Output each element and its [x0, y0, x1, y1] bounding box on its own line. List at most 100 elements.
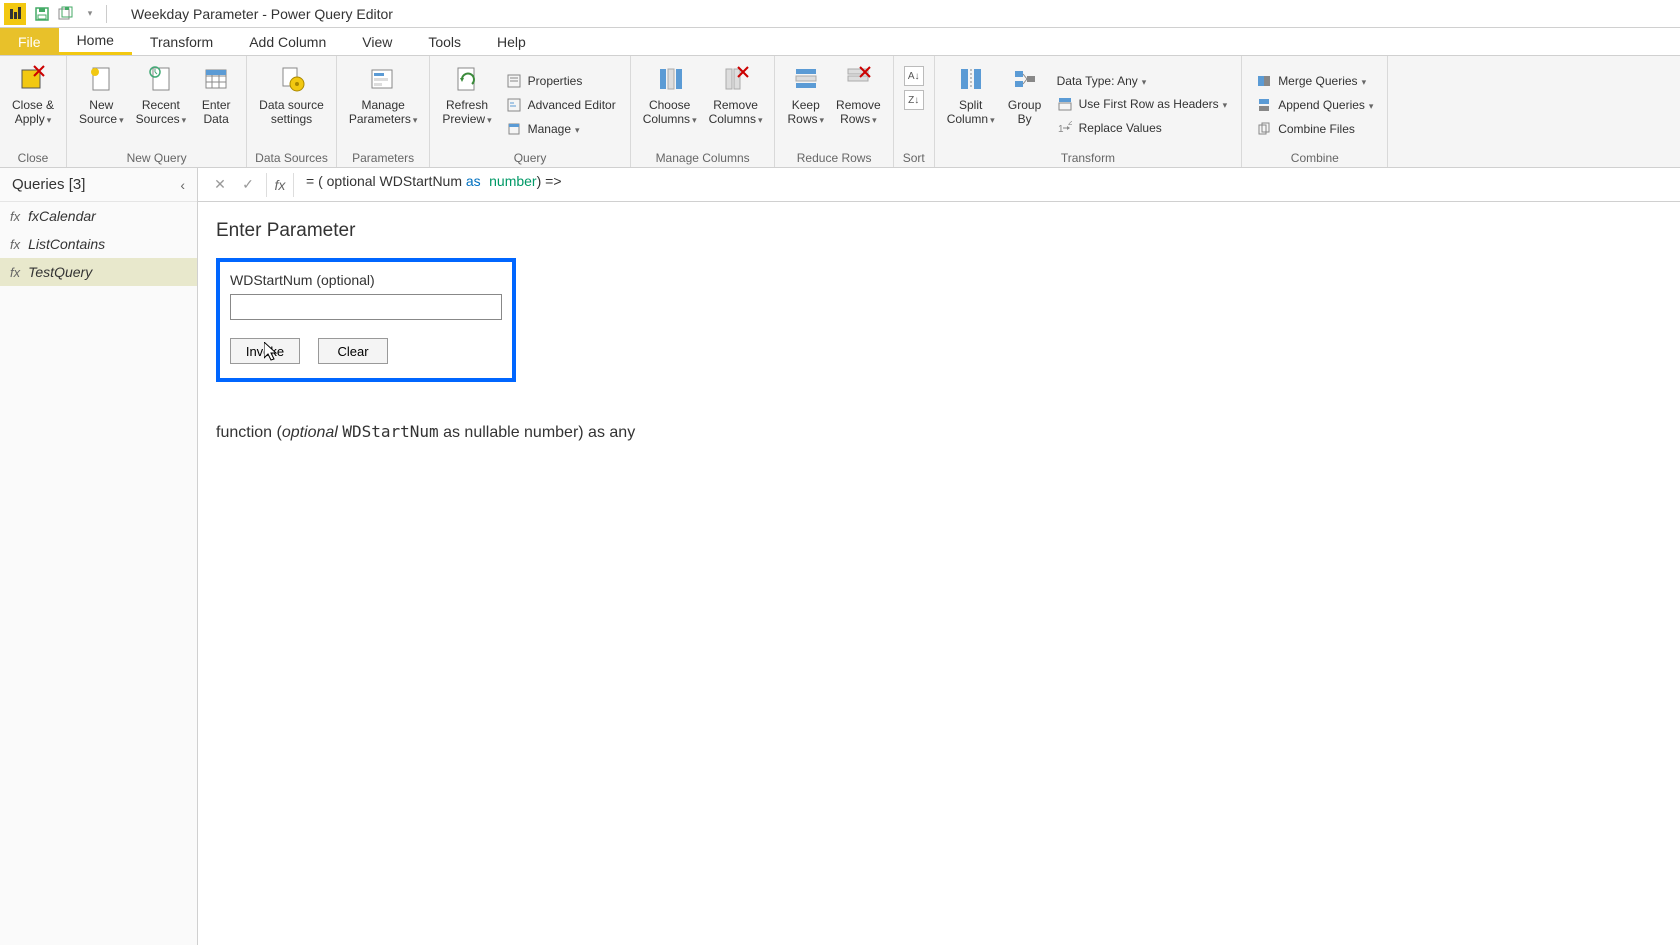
group-by-icon [1008, 62, 1042, 96]
query-item-testquery[interactable]: fxTestQuery [0, 258, 197, 286]
save-icon[interactable] [32, 4, 52, 24]
manage-button[interactable]: Manage [502, 120, 620, 138]
query-label: ListContains [28, 236, 105, 252]
invoke-button[interactable]: Invoke [230, 338, 300, 364]
main-area: Queries [3] ‹ fxfxCalendar fxListContain… [0, 168, 1680, 945]
remove-columns-button[interactable]: Remove Columns [703, 58, 769, 151]
recent-sources-icon [144, 62, 178, 96]
merge-queries-button[interactable]: Merge Queries [1252, 72, 1377, 90]
enter-data-label: Enter Data [202, 98, 231, 126]
combine-group-label: Combine [1248, 151, 1381, 167]
refresh-icon [450, 62, 484, 96]
formula-text-2: ) => [537, 173, 562, 189]
split-column-button[interactable]: Split Column [941, 58, 1001, 151]
properties-button[interactable]: Properties [502, 72, 620, 90]
advanced-editor-label: Advanced Editor [528, 98, 616, 112]
use-first-row-label: Use First Row as Headers [1079, 97, 1219, 111]
sig-part2: as nullable number) as any [439, 424, 636, 441]
combine-files-button[interactable]: Combine Files [1252, 120, 1377, 138]
remove-rows-button[interactable]: Remove Rows [830, 58, 887, 151]
group-close: Close & Apply Close [0, 56, 67, 167]
data-source-settings-label: Data source settings [259, 98, 324, 126]
split-column-label: Split Column [947, 98, 988, 126]
new-source-icon [84, 62, 118, 96]
query-label: TestQuery [28, 264, 92, 280]
sort-asc-button[interactable]: A↓ [904, 66, 924, 86]
tab-home[interactable]: Home [59, 28, 132, 55]
query-group-label: Query [436, 151, 623, 167]
tab-file[interactable]: File [0, 28, 59, 55]
tab-transform[interactable]: Transform [132, 28, 231, 55]
advanced-editor-icon [506, 97, 522, 113]
data-sources-group-label: Data Sources [253, 151, 330, 167]
parameter-label: WDStartNum (optional) [230, 272, 502, 288]
group-sort: A↓ Z↓ Sort [894, 56, 935, 167]
properties-icon [506, 73, 522, 89]
query-item-fxcalendar[interactable]: fxfxCalendar [0, 202, 197, 230]
ribbon-tabs: File Home Transform Add Column View Tool… [0, 28, 1680, 56]
sig-part1: function ( [216, 424, 282, 441]
enter-data-button[interactable]: Enter Data [192, 58, 240, 151]
tab-add-column[interactable]: Add Column [231, 28, 344, 55]
group-reduce-rows: Keep Rows Remove Rows Reduce Rows [775, 56, 893, 167]
sig-optional: optional [282, 424, 343, 441]
new-source-label: New Source [79, 98, 117, 126]
manage-columns-group-label: Manage Columns [637, 151, 769, 167]
tab-help[interactable]: Help [479, 28, 544, 55]
formula-bar: ✕ ✓ fx = ( optional WDStartNum as number… [198, 168, 1680, 202]
tab-tools[interactable]: Tools [410, 28, 479, 55]
append-queries-button[interactable]: Append Queries [1252, 96, 1377, 114]
replace-values-label: Replace Values [1079, 121, 1162, 135]
formula-input[interactable]: = ( optional WDStartNum as number) => [298, 173, 1672, 197]
queries-title: Queries [3] [12, 176, 85, 193]
sort-desc-button[interactable]: Z↓ [904, 90, 924, 110]
sig-name: WDStartNum [342, 422, 438, 441]
manage-parameters-button[interactable]: Manage Parameters [343, 58, 424, 151]
separator [106, 5, 107, 23]
properties-label: Properties [528, 74, 583, 88]
replace-values-button[interactable]: 12 Replace Values [1053, 119, 1232, 137]
first-row-icon [1057, 96, 1073, 112]
confirm-formula-icon[interactable]: ✓ [234, 173, 262, 197]
recent-sources-button[interactable]: Recent Sources [130, 58, 193, 151]
group-parameters: Manage Parameters Parameters [337, 56, 431, 167]
remove-columns-label: Remove Columns [709, 98, 758, 126]
choose-columns-button[interactable]: Choose Columns [637, 58, 703, 151]
cancel-formula-icon[interactable]: ✕ [206, 173, 234, 197]
reduce-rows-group-label: Reduce Rows [781, 151, 886, 167]
qat-dropdown-icon[interactable]: ▾ [80, 4, 100, 24]
close-apply-button[interactable]: Close & Apply [6, 58, 60, 151]
data-source-settings-button[interactable]: Data source settings [253, 58, 330, 151]
advanced-editor-button[interactable]: Advanced Editor [502, 96, 620, 114]
enter-data-icon [199, 62, 233, 96]
refresh-preview-button[interactable]: Refresh Preview [436, 58, 497, 151]
data-type-button[interactable]: Data Type: Any [1053, 73, 1232, 89]
keep-rows-label: Keep Rows [787, 98, 819, 126]
fx-formula-icon[interactable]: fx [266, 173, 294, 197]
append-icon [1256, 97, 1272, 113]
data-type-label: Data Type: Any [1057, 74, 1138, 88]
save-as-icon[interactable] [56, 4, 76, 24]
use-first-row-button[interactable]: Use First Row as Headers [1053, 95, 1232, 113]
svg-text:1: 1 [1058, 124, 1064, 135]
keep-rows-button[interactable]: Keep Rows [781, 58, 830, 151]
fx-icon: fx [10, 209, 20, 224]
enter-parameter-title: Enter Parameter [216, 220, 1662, 242]
group-by-button[interactable]: Group By [1001, 58, 1049, 151]
clear-button[interactable]: Clear [318, 338, 388, 364]
remove-rows-icon [841, 62, 875, 96]
close-group-label: Close [6, 151, 60, 167]
new-source-button[interactable]: New Source [73, 58, 130, 151]
parameter-input[interactable] [230, 294, 502, 320]
collapse-queries-icon[interactable]: ‹ [180, 177, 185, 193]
keep-rows-icon [789, 62, 823, 96]
choose-columns-label: Choose Columns [643, 98, 691, 126]
content-inner: Enter Parameter WDStartNum (optional) In… [198, 202, 1680, 460]
query-item-listcontains[interactable]: fxListContains [0, 230, 197, 258]
group-data-sources: Data source settings Data Sources [247, 56, 337, 167]
parameter-box: WDStartNum (optional) Invoke Clear [216, 258, 516, 382]
group-new-query: New Source Recent Sources Enter Data New… [67, 56, 247, 167]
group-combine: Merge Queries Append Queries Combine Fil… [1242, 56, 1388, 167]
replace-values-icon: 12 [1057, 120, 1073, 136]
tab-view[interactable]: View [344, 28, 410, 55]
